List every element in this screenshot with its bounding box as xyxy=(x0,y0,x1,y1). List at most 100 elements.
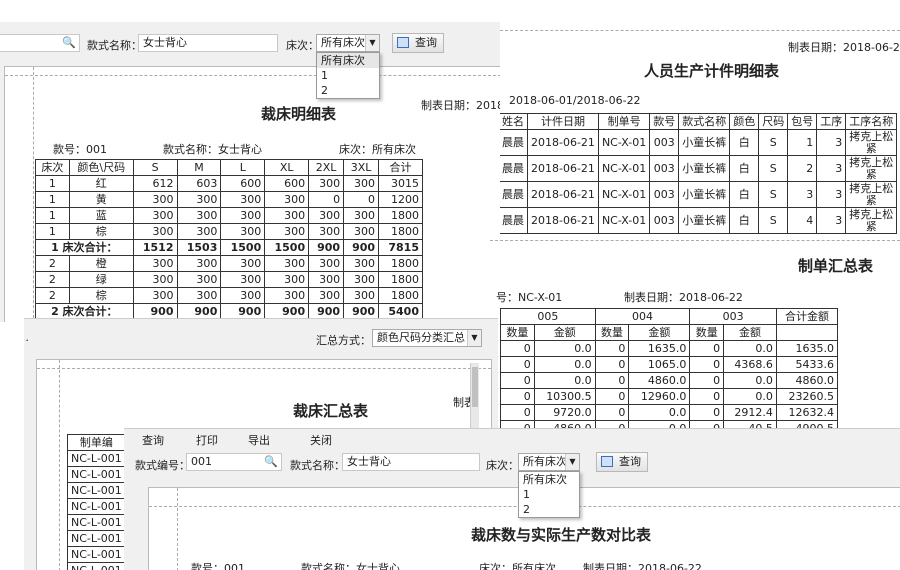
table-cell: S xyxy=(759,130,788,156)
table-cell: 棕 xyxy=(69,288,133,304)
search-icon[interactable]: 🔍 xyxy=(62,36,76,50)
table-cell: 300 xyxy=(344,256,379,272)
table-cell: 300 xyxy=(265,192,309,208)
table-cell: 白 xyxy=(730,156,759,182)
table-cell: 300 xyxy=(177,208,221,224)
table-cell: 0 xyxy=(309,192,344,208)
table-row: 2橙3003003003003003001800 xyxy=(36,256,423,272)
bed-select[interactable]: 所有床次▼ xyxy=(316,34,380,52)
table-cell: 12632.4 xyxy=(776,405,837,421)
search-icon[interactable]: 🔍 xyxy=(264,455,278,469)
table-cell: 300 xyxy=(177,288,221,304)
table-cell: 0 xyxy=(344,192,379,208)
table-cell: 9720.0 xyxy=(534,405,595,421)
table-cell: 2 xyxy=(36,272,70,288)
order-summary-window: 制单汇总表 号：NC-X-01 制表日期：2018-06-22 00500400… xyxy=(490,240,900,430)
table-cell: NC-X-01 xyxy=(598,208,649,234)
menu-query[interactable]: 查询 xyxy=(142,432,164,448)
order-summary-table: 005004003合计金额数量金额数量金额数量金额00.001635.000.0… xyxy=(500,308,838,430)
table-cell: 0.0 xyxy=(724,341,777,357)
style-no-input[interactable]: 001🔍 xyxy=(186,453,282,471)
table-row: NC-L-001 xyxy=(68,467,126,483)
bed-dropdown[interactable]: 所有床次 1 2 xyxy=(316,52,380,99)
column-header: 制单编 xyxy=(68,435,126,451)
bed-select-value: 所有床次 xyxy=(321,36,365,49)
table-cell: 300 xyxy=(221,272,265,288)
table-cell: 300 xyxy=(177,224,221,240)
table-cell: 2 xyxy=(788,156,817,182)
table-cell: NC-L-001 xyxy=(68,483,126,499)
table-cell: 5433.6 xyxy=(776,357,837,373)
table-cell: 3015 xyxy=(379,176,423,192)
table-cell: 7815 xyxy=(379,240,423,256)
table-cell: 棕 xyxy=(69,224,133,240)
style-no-input[interactable]: 🔍 xyxy=(0,34,80,52)
table-cell: 1503 xyxy=(177,240,221,256)
dropdown-option[interactable]: 1 xyxy=(317,68,379,83)
dropdown-option[interactable]: 1 xyxy=(519,487,579,502)
column-header: S xyxy=(133,160,177,176)
table-cell: 1635.0 xyxy=(776,341,837,357)
query-button[interactable]: 查询 xyxy=(596,452,648,472)
table-cell: 300 xyxy=(344,224,379,240)
table-cell: 300 xyxy=(221,288,265,304)
info-style-no: 款号：001 xyxy=(53,141,107,157)
subtotal-row: 1 床次合计：15121503150015009009007815 xyxy=(36,240,423,256)
table-cell: 1 xyxy=(36,176,70,192)
table-cell: 2912.4 xyxy=(724,405,777,421)
table-cell: 900 xyxy=(344,240,379,256)
table-cell: 1800 xyxy=(379,208,423,224)
table-cell: NC-X-01 xyxy=(598,156,649,182)
date-label: 制表日期：2018-0 xyxy=(421,97,500,113)
bed-select[interactable]: 所有床次▼ xyxy=(518,453,580,471)
group-header-row: 005004003合计金额 xyxy=(501,309,838,325)
table-cell: 0.0 xyxy=(724,373,777,389)
dropdown-option[interactable]: 所有床次 xyxy=(519,472,579,487)
table-cell: 2018-06-21 xyxy=(528,208,599,234)
column-header: 数量 xyxy=(690,325,724,341)
table-row: 1蓝3003003003003003001800 xyxy=(36,208,423,224)
style-name-input[interactable]: 女士背心 xyxy=(342,453,480,471)
table-row: 晨晨2018-06-21NC-X-01003小童长裤白S33拷克上松紧 xyxy=(500,182,897,208)
style-name-value: 女士背心 xyxy=(143,36,187,49)
table-cell: 300 xyxy=(177,272,221,288)
table-cell: 0.0 xyxy=(534,357,595,373)
summary-select[interactable]: 颜色尺码分类汇总▼ xyxy=(372,329,482,347)
dropdown-option[interactable]: 2 xyxy=(519,502,579,517)
table-cell: NC-L-001 xyxy=(68,451,126,467)
query-button[interactable]: 查询 xyxy=(392,33,444,53)
table-cell: 900 xyxy=(309,240,344,256)
table-cell: 10300.5 xyxy=(534,389,595,405)
date-label: 制表日期：2018-06-2 xyxy=(788,39,900,55)
style-name-input[interactable]: 女士背心 xyxy=(138,34,278,52)
column-header: 款号 xyxy=(650,114,679,130)
group-header: 005 xyxy=(501,309,596,325)
table-cell: 0 xyxy=(501,341,535,357)
table-cell: 1065.0 xyxy=(629,357,690,373)
query-icon xyxy=(397,37,409,48)
table-cell: 3 xyxy=(817,208,846,234)
column-header: 款式名称 xyxy=(679,114,730,130)
chevron-down-icon[interactable]: ▼ xyxy=(565,454,579,470)
menu-print[interactable]: 打印 xyxy=(196,432,218,448)
dropdown-option[interactable]: 2 xyxy=(317,83,379,98)
table-row: 00.001065.004368.65433.6 xyxy=(501,357,838,373)
query-label: 查询 xyxy=(619,455,641,468)
table-cell: 300 xyxy=(133,256,177,272)
table-cell: 300 xyxy=(344,176,379,192)
menu-export[interactable]: 导出 xyxy=(248,432,270,448)
table-cell: 0 xyxy=(595,405,629,421)
table-header-row: 姓名计件日期制单号款号款式名称颜色尺码包号工序工序名称 xyxy=(500,114,897,130)
date-label: 制表日期：2018-06-22 xyxy=(624,289,743,305)
menu-close[interactable]: 关闭 xyxy=(310,432,332,448)
dropdown-option[interactable]: 所有床次 xyxy=(317,53,379,68)
table-cell: 4368.6 xyxy=(724,357,777,373)
table-cell: S xyxy=(759,208,788,234)
table-cell: 300 xyxy=(221,192,265,208)
table-cell: S xyxy=(759,156,788,182)
table-cell: 300 xyxy=(221,208,265,224)
chevron-down-icon[interactable]: ▼ xyxy=(365,35,379,51)
table-cell: 2018-06-21 xyxy=(528,156,599,182)
chevron-down-icon[interactable]: ▼ xyxy=(467,330,481,346)
bed-dropdown[interactable]: 所有床次 1 2 xyxy=(518,471,580,518)
